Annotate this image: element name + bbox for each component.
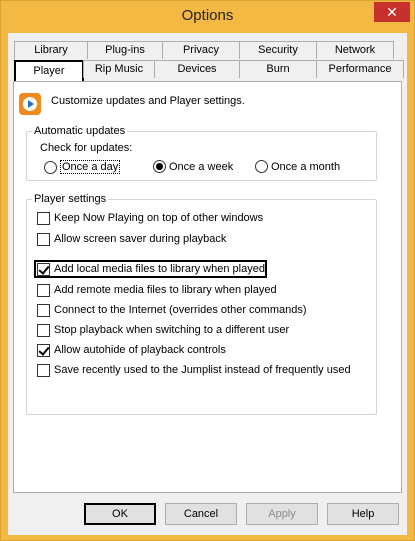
check-for-updates-label: Check for updates: [40, 142, 133, 154]
tab-row-bottom: Player Rip Music Devices Burn Performanc… [14, 60, 404, 81]
radio-button-selected[interactable] [153, 160, 166, 173]
tab-burn[interactable]: Burn [239, 60, 317, 78]
radio-once-a-week[interactable]: Once a week [153, 160, 233, 173]
window-title: Options [181, 7, 234, 24]
checkbox-label: Connect to the Internet (overrides other… [54, 304, 307, 316]
player-settings-legend: Player settings [32, 193, 109, 205]
checkbox[interactable] [37, 283, 50, 297]
player-tab-panel: Customize updates and Player settings. A… [13, 81, 402, 493]
tab-privacy[interactable]: Privacy [162, 41, 240, 59]
checkbox[interactable] [37, 232, 50, 246]
tab-rip-music[interactable]: Rip Music [83, 60, 155, 78]
checkbox-stop-playback-switching-user[interactable]: Stop playback when switching to a differ… [37, 322, 289, 338]
checkbox-allow-screen-saver[interactable]: Allow screen saver during playback [37, 231, 226, 247]
checkbox-add-local-media-files[interactable]: Add local media files to library when pl… [37, 261, 265, 277]
apply-button[interactable]: Apply [246, 503, 318, 525]
tab-network[interactable]: Network [316, 41, 394, 59]
checkbox[interactable] [37, 211, 50, 225]
radio-button[interactable] [255, 160, 268, 173]
checkbox[interactable] [37, 303, 50, 317]
title-bar[interactable]: Options ✕ [1, 1, 414, 33]
dialog-client-area: Library Plug-ins Privacy Security Networ… [8, 33, 407, 535]
tab-plug-ins[interactable]: Plug-ins [87, 41, 163, 59]
tab-performance[interactable]: Performance [316, 60, 404, 78]
checkbox-allow-autohide-controls[interactable]: Allow autohide of playback controls [37, 342, 226, 358]
checkbox-label: Allow autohide of playback controls [54, 344, 226, 356]
checkbox[interactable] [37, 323, 50, 337]
automatic-updates-group: Automatic updates Check for updates: Onc… [26, 125, 377, 181]
cancel-button[interactable]: Cancel [165, 503, 237, 525]
checkbox-label: Stop playback when switching to a differ… [54, 324, 290, 336]
tab-player[interactable]: Player [14, 60, 84, 81]
radio-label: Once a week [169, 160, 234, 173]
checkbox-label: Keep Now Playing on top of other windows [54, 212, 264, 224]
radio-label: Once a month [271, 160, 341, 173]
checkbox-label: Add local media files to library when pl… [54, 263, 265, 275]
close-button[interactable]: ✕ [374, 2, 410, 22]
radio-button[interactable] [44, 160, 57, 174]
radio-label: Once a day [60, 160, 121, 174]
tab-library[interactable]: Library [14, 41, 88, 59]
panel-description: Customize updates and Player settings. [51, 95, 245, 107]
tab-devices[interactable]: Devices [154, 60, 240, 78]
tab-security[interactable]: Security [239, 41, 317, 59]
ok-button[interactable]: OK [84, 503, 156, 525]
checkbox-connect-to-internet[interactable]: Connect to the Internet (overrides other… [37, 302, 307, 318]
help-button[interactable]: Help [327, 503, 399, 525]
checkbox-label: Save recently used to the Jumplist inste… [54, 364, 351, 376]
checkbox[interactable] [37, 363, 50, 377]
checkbox-save-recently-used-jumplist[interactable]: Save recently used to the Jumplist inste… [37, 362, 351, 378]
tab-row-top: Library Plug-ins Privacy Security Networ… [14, 41, 394, 59]
radio-once-a-day[interactable]: Once a day [44, 160, 121, 174]
checkbox-label: Allow screen saver during playback [54, 233, 227, 245]
options-window: Options ✕ Library Plug-ins Privacy Secur… [0, 0, 415, 541]
automatic-updates-legend: Automatic updates [32, 125, 128, 137]
checkbox-add-remote-media-files[interactable]: Add remote media files to library when p… [37, 282, 277, 298]
radio-once-a-month[interactable]: Once a month [255, 160, 340, 173]
checkbox-checked[interactable] [37, 343, 50, 357]
player-settings-group: Player settings Keep Now Playing on top … [26, 193, 377, 415]
checkbox-label: Add remote media files to library when p… [54, 284, 277, 296]
checkbox-keep-now-playing-on-top[interactable]: Keep Now Playing on top of other windows [37, 210, 263, 226]
media-player-icon [19, 93, 41, 115]
checkbox-checked[interactable] [37, 262, 50, 276]
